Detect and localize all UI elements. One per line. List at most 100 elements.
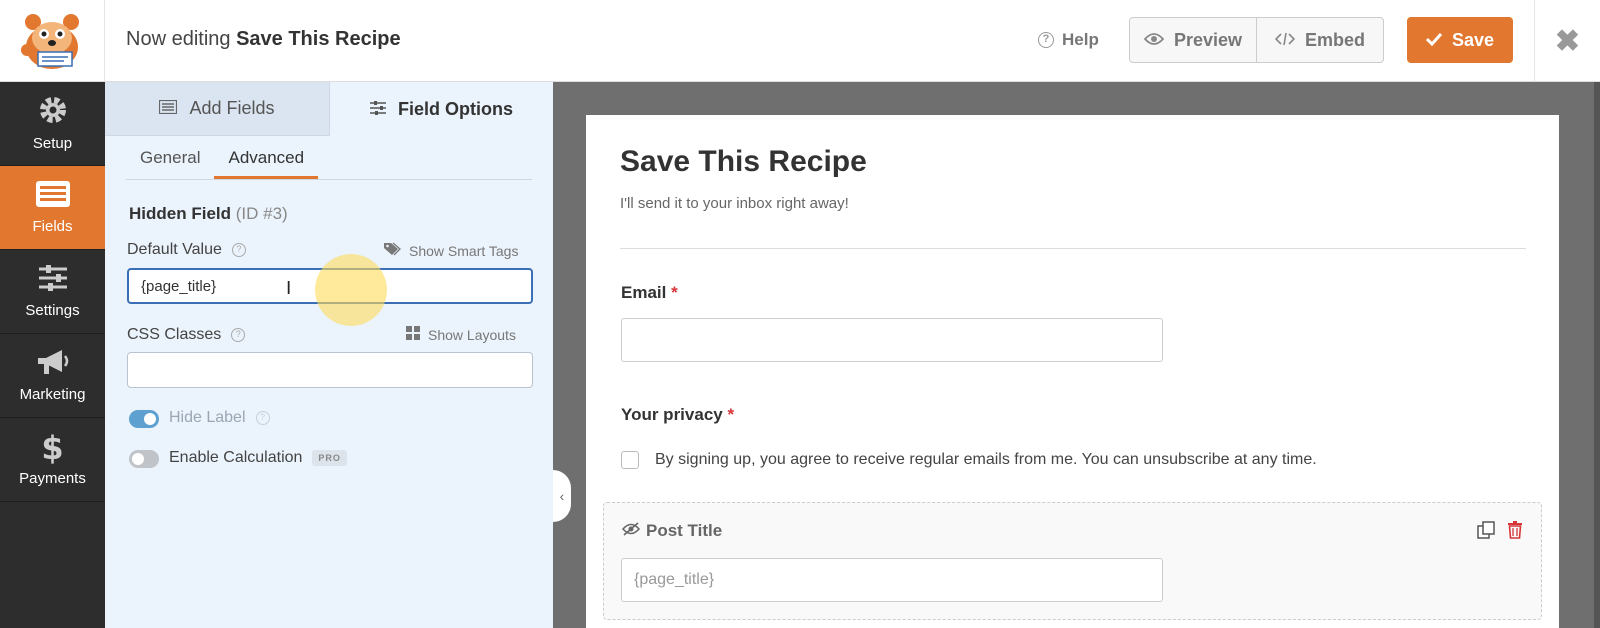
- duplicate-icon[interactable]: [1477, 521, 1495, 544]
- hidden-field-label-text: Post Title: [646, 521, 723, 540]
- default-value-text: {page_title}: [141, 278, 217, 295]
- hide-label-toggle[interactable]: [129, 410, 159, 428]
- enable-calculation-text: Enable Calculation: [169, 449, 303, 466]
- smart-tags-label: Show Smart Tags: [409, 242, 519, 259]
- gear-icon: [38, 95, 68, 129]
- fields-list-icon: [35, 180, 71, 212]
- close-button[interactable]: ✖: [1534, 0, 1600, 82]
- eye-slash-icon: [621, 521, 641, 541]
- embed-button[interactable]: Embed: [1256, 18, 1383, 62]
- sidebar-item-label: Marketing: [19, 386, 86, 403]
- help-icon[interactable]: ?: [231, 243, 246, 257]
- tab-field-options[interactable]: Field Options: [329, 82, 553, 136]
- field-actions: [1477, 521, 1523, 544]
- preview-scrollbar[interactable]: [1594, 82, 1600, 628]
- question-circle-icon: ?: [1038, 32, 1054, 48]
- grid-icon: [406, 326, 420, 343]
- click-highlight: [315, 254, 387, 326]
- email-field-label[interactable]: Email *: [621, 283, 678, 303]
- code-icon: [1274, 30, 1296, 51]
- help-icon[interactable]: ?: [255, 411, 270, 425]
- default-value-label-row: Default Value ?: [127, 241, 246, 259]
- sidebar-item-fields[interactable]: Fields: [0, 166, 105, 250]
- top-bar: Now editing Save This Recipe ? Help Prev…: [0, 0, 1600, 82]
- pro-badge: PRO: [312, 450, 347, 466]
- css-classes-label-row: CSS Classes ?: [127, 326, 246, 344]
- css-classes-input[interactable]: [127, 352, 533, 388]
- hidden-field-label: Post Title: [621, 521, 723, 541]
- form-name: Save This Recipe: [236, 28, 401, 50]
- check-icon: [1425, 30, 1443, 51]
- toggle-knob: [144, 413, 156, 425]
- required-mark: *: [671, 283, 678, 302]
- field-id: (ID #3): [235, 204, 288, 223]
- trash-icon[interactable]: [1507, 521, 1523, 544]
- css-classes-label: CSS Classes: [127, 326, 222, 343]
- save-button[interactable]: Save: [1407, 17, 1513, 63]
- close-icon: ✖: [1554, 24, 1581, 58]
- hidden-field-value: {page_title}: [621, 558, 1163, 602]
- sidebar-item-label: Setup: [32, 135, 73, 152]
- help-icon[interactable]: ?: [231, 328, 246, 342]
- privacy-checkbox[interactable]: [621, 451, 639, 469]
- tab-add-fields[interactable]: Add Fields: [105, 82, 329, 136]
- preview-label: Preview: [1173, 29, 1243, 50]
- builder-sidebar: Setup Fields Settings Marketing $ Paymen…: [0, 82, 105, 628]
- eye-icon: [1143, 30, 1165, 51]
- form-description: I'll send it to your inbox right away!: [620, 195, 849, 212]
- sliders-icon: [370, 99, 386, 120]
- save-label: Save: [1451, 29, 1495, 50]
- field-options-panel: Add Fields Field Options General Advance…: [105, 82, 553, 628]
- list-icon: [159, 98, 178, 119]
- preview-embed-group: Preview Embed: [1129, 17, 1384, 63]
- sidebar-item-label: Payments: [19, 470, 86, 487]
- dollar-icon: $: [41, 429, 64, 467]
- page-title: Now editing Save This Recipe: [126, 28, 401, 51]
- form-title: Save This Recipe: [620, 145, 867, 178]
- toggle-knob: [132, 453, 144, 465]
- privacy-field-label[interactable]: Your privacy *: [621, 405, 734, 425]
- privacy-label-text: Your privacy: [621, 405, 723, 424]
- field-type: Hidden Field: [129, 204, 231, 223]
- enable-calculation-row: Enable Calculation PRO: [169, 449, 347, 467]
- divider: [620, 248, 1526, 249]
- megaphone-icon: [36, 348, 70, 380]
- wpforms-logo[interactable]: [0, 0, 105, 82]
- sidebar-item-payments[interactable]: $ Payments: [0, 418, 105, 502]
- show-smart-tags-link[interactable]: Show Smart Tags: [383, 242, 518, 259]
- sidebar-item-marketing[interactable]: Marketing: [0, 334, 105, 418]
- help-label: Help: [1062, 30, 1099, 49]
- email-label-text: Email: [621, 283, 667, 302]
- show-layouts-link[interactable]: Show Layouts: [406, 326, 516, 343]
- sidebar-item-settings[interactable]: Settings: [0, 250, 105, 334]
- editing-prefix: Now editing: [126, 28, 231, 50]
- hide-label-text: Hide Label: [169, 409, 246, 426]
- form-preview-card: Save This Recipe I'll send it to your in…: [586, 115, 1559, 628]
- subtab-general[interactable]: General: [126, 136, 214, 179]
- sliders-icon: [38, 264, 68, 296]
- subtab-advanced[interactable]: Advanced: [214, 136, 319, 179]
- tab-label: Field Options: [398, 98, 513, 119]
- default-value-label: Default Value: [127, 241, 222, 258]
- text-cursor-icon: I: [286, 278, 292, 299]
- sidebar-item-setup[interactable]: Setup: [0, 82, 105, 166]
- options-subtabs: General Advanced: [126, 136, 532, 180]
- help-button[interactable]: ? Help: [1038, 30, 1099, 50]
- hide-label-row: Hide Label ?: [169, 409, 270, 427]
- panel-tabs: Add Fields Field Options: [105, 82, 553, 136]
- field-heading: Hidden Field (ID #3): [129, 204, 288, 224]
- required-mark: *: [727, 405, 735, 424]
- privacy-text: By signing up, you agree to receive regu…: [655, 451, 1317, 468]
- hidden-field-preview[interactable]: Post Title {page_title}: [603, 502, 1542, 620]
- preview-button[interactable]: Preview: [1130, 18, 1256, 62]
- embed-label: Embed: [1304, 29, 1365, 50]
- tab-label: Add Fields: [189, 98, 275, 118]
- chevron-left-icon: ‹: [559, 488, 565, 504]
- privacy-checkbox-row: By signing up, you agree to receive regu…: [621, 451, 1317, 469]
- enable-calculation-toggle[interactable]: [129, 450, 159, 468]
- email-field[interactable]: [621, 318, 1163, 362]
- sidebar-item-label: Settings: [25, 302, 80, 319]
- tags-icon: [383, 242, 401, 259]
- layouts-label: Show Layouts: [428, 326, 516, 343]
- sidebar-item-label: Fields: [32, 218, 73, 235]
